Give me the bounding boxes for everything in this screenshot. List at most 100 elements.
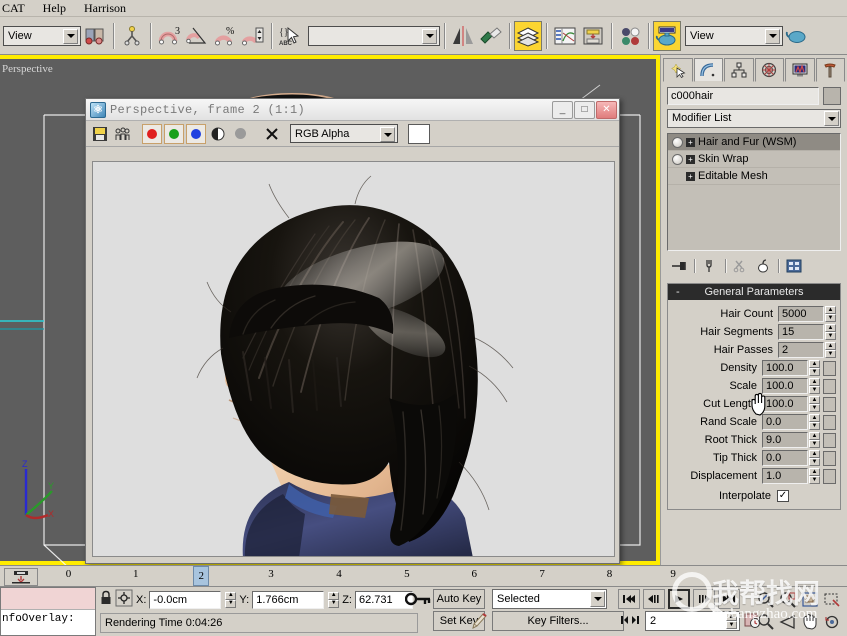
object-name-field[interactable]: c000hair — [667, 87, 819, 105]
create-tab[interactable] — [663, 58, 693, 82]
root-thick-map-slot[interactable] — [823, 433, 836, 448]
hair-count-field[interactable]: 5000 — [778, 306, 824, 322]
key-mode-icon[interactable] — [4, 568, 38, 586]
time-slider[interactable]: 2 — [193, 566, 209, 586]
displacement-field[interactable]: 1.0 — [762, 468, 808, 484]
expand-plus-icon[interactable]: + — [686, 138, 695, 147]
root-thick-spinner[interactable]: ▲▼ — [809, 432, 820, 448]
absolute-mode-transform-icon[interactable] — [115, 589, 133, 610]
light-bulb-icon[interactable] — [672, 137, 683, 148]
timeline-ruler[interactable]: 0 1 2 3 4 5 6 7 8 9 — [55, 566, 667, 588]
lock-icon[interactable] — [100, 590, 112, 609]
motion-tab[interactable] — [755, 58, 785, 82]
menu-item-harrison[interactable]: Harrison — [75, 0, 135, 16]
pan-hand-icon[interactable] — [799, 611, 821, 633]
blue-channel-button[interactable] — [186, 124, 206, 144]
channel-select-combo[interactable]: RGB Alpha — [290, 124, 398, 143]
hair-passes-field[interactable]: 2 — [778, 342, 824, 358]
schematic-view-icon[interactable] — [579, 21, 607, 51]
modifier-stack-item-hair-and-fur[interactable]: + Hair and Fur (WSM) — [668, 134, 840, 151]
maximize-button[interactable]: □ — [574, 101, 595, 119]
remove-modifier-icon[interactable] — [753, 257, 773, 275]
rendered-image-canvas[interactable] — [92, 161, 615, 557]
green-channel-button[interactable] — [164, 124, 184, 144]
curve-editor-icon[interactable] — [551, 21, 579, 51]
object-color-swatch[interactable] — [823, 87, 841, 105]
menu-item-help[interactable]: Help — [34, 0, 75, 16]
timeline-track-bar[interactable]: 0 1 2 3 4 5 6 7 8 9 — [0, 565, 847, 587]
render-setup-icon[interactable] — [653, 21, 681, 51]
display-alpha-icon[interactable] — [208, 124, 228, 144]
expand-plus-icon[interactable]: + — [686, 172, 695, 181]
save-bitmap-icon[interactable] — [90, 124, 110, 144]
modifier-stack[interactable]: + Hair and Fur (WSM) + Skin Wrap + Edita… — [667, 133, 841, 251]
display-tab[interactable] — [785, 58, 815, 82]
chevron-down-icon[interactable] — [824, 111, 839, 126]
material-editor-icon[interactable] — [616, 21, 644, 51]
clear-icon[interactable] — [262, 124, 282, 144]
zoom-magnifier-icon[interactable] — [755, 611, 777, 633]
chevron-down-icon[interactable] — [63, 29, 78, 44]
chevron-down-icon[interactable] — [422, 29, 437, 44]
chevron-down-icon[interactable] — [765, 29, 780, 44]
hair-passes-spinner[interactable]: ▲▼ — [825, 342, 836, 358]
y-coord-field[interactable]: 1.766cm — [252, 591, 324, 609]
zoom-region-icon[interactable] — [821, 589, 843, 611]
rand-scale-map-slot[interactable] — [823, 415, 836, 430]
tip-thick-spinner[interactable]: ▲▼ — [809, 450, 820, 466]
cut-length-map-slot[interactable] — [823, 397, 836, 412]
density-map-slot[interactable] — [823, 361, 836, 376]
hair-segments-field[interactable]: 15 — [778, 324, 824, 340]
current-frame-field[interactable]: 2 ▲▼ — [645, 611, 740, 631]
mirror-icon[interactable] — [449, 21, 477, 51]
named-selection-combo[interactable] — [308, 26, 440, 46]
field-of-view-icon[interactable] — [777, 611, 799, 633]
displacement-spinner[interactable]: ▲▼ — [809, 468, 820, 484]
rollout-header[interactable]: - General Parameters — [668, 284, 840, 300]
rand-scale-spinner[interactable]: ▲▼ — [809, 414, 820, 430]
light-bulb-icon[interactable] — [672, 154, 683, 165]
scale-map-slot[interactable] — [823, 379, 836, 394]
zoom-extents-icon[interactable] — [799, 589, 821, 611]
snaps-toggle-3d-icon[interactable]: 3 — [155, 21, 183, 51]
red-channel-button[interactable] — [142, 124, 162, 144]
chevron-down-icon[interactable] — [380, 127, 395, 142]
modifier-stack-item-editable-mesh[interactable]: + Editable Mesh — [668, 168, 840, 185]
quick-render-icon[interactable] — [783, 21, 811, 51]
hair-segments-spinner[interactable]: ▲▼ — [825, 324, 836, 340]
goto-start-icon[interactable] — [618, 589, 640, 609]
y-coord-spinner[interactable]: ▲▼ — [328, 592, 339, 608]
spinner-snap-icon[interactable] — [239, 21, 267, 51]
align-icon[interactable] — [477, 21, 505, 51]
rollout-collapse-icon[interactable]: - — [676, 286, 680, 298]
goto-end-icon[interactable] — [718, 589, 740, 609]
named-selection-sets-icon[interactable]: {} ABC — [276, 21, 304, 51]
zoom-all-icon[interactable] — [777, 589, 799, 611]
layer-manager-icon[interactable] — [514, 21, 542, 51]
key-filters-button[interactable]: Key Filters... — [492, 611, 624, 631]
prev-frame-icon[interactable] — [643, 589, 665, 609]
chevron-down-icon[interactable] — [590, 591, 605, 607]
frame-spinner[interactable]: ▲▼ — [726, 613, 737, 629]
tip-thick-field[interactable]: 0.0 — [762, 450, 808, 466]
expand-plus-icon[interactable]: + — [686, 155, 695, 164]
render-viewport-combo[interactable]: View — [685, 26, 783, 46]
listener-input-line[interactable] — [1, 588, 95, 610]
utilities-tab[interactable] — [816, 58, 846, 82]
root-thick-field[interactable]: 9.0 — [762, 432, 808, 448]
zoom-icon[interactable] — [755, 589, 777, 611]
select-and-link-icon[interactable] — [118, 21, 146, 51]
maxscript-mini-listener[interactable]: nfoOverlay: — [0, 587, 96, 636]
interpolate-checkbox[interactable]: ✓ — [777, 490, 789, 502]
pin-stack-icon[interactable] — [669, 257, 689, 275]
density-spinner[interactable]: ▲▼ — [809, 360, 820, 376]
scale-spinner[interactable]: ▲▼ — [809, 378, 820, 394]
rendered-frame-window[interactable]: ⚛ Perspective, frame 2 (1:1) _ □ ✕ — [85, 98, 620, 564]
color-swatch[interactable] — [408, 124, 430, 144]
key-icon[interactable] — [405, 591, 431, 610]
cut-length-spinner[interactable]: ▲▼ — [809, 396, 820, 412]
modify-tab[interactable] — [694, 58, 724, 82]
density-field[interactable]: 100.0 — [762, 360, 808, 376]
minimize-button[interactable]: _ — [552, 101, 573, 119]
close-button[interactable]: ✕ — [596, 101, 617, 119]
